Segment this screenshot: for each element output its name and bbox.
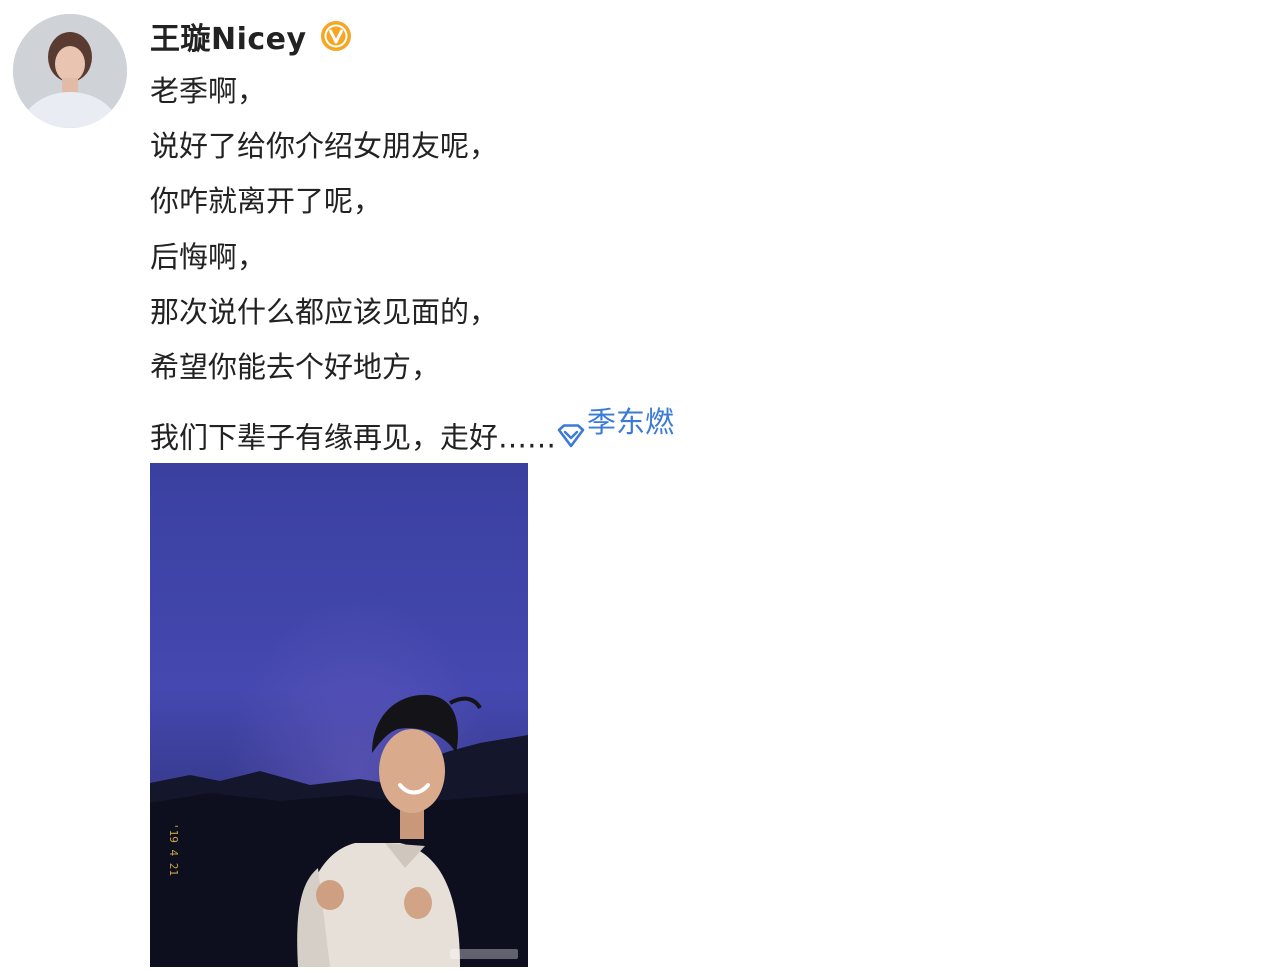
mention-name: 季东燃 [587, 405, 675, 440]
photo-date-stamp: '19 4 21 [167, 823, 180, 876]
avatar-image [13, 14, 127, 128]
post-header: 王璇Nicey [150, 12, 353, 60]
post-text-line: 老季啊， [150, 74, 267, 108]
farewell-text: 我们下辈子有缘再见，走好…… [150, 420, 557, 455]
post-photo[interactable]: '19 4 21 [150, 463, 528, 967]
super-topic-diamond-icon [556, 411, 586, 448]
post-text-line: 说好了给你介绍女朋友呢， [150, 129, 499, 164]
avatar[interactable] [13, 14, 127, 128]
mention-link[interactable]: 季东燃 [556, 395, 674, 450]
post-text-line: 希望你能去个好地方， [150, 349, 441, 384]
verified-v-icon [319, 19, 353, 53]
post-photo-image: '19 4 21 [150, 463, 528, 967]
weibo-post: 王璇Nicey 老季啊， 说好了给你介绍女朋友呢， 你咋就离开了呢， 后悔啊， … [0, 0, 1280, 972]
photo-watermark [450, 949, 518, 959]
username[interactable]: 王璇Nicey [150, 14, 307, 58]
post-text-line: 后悔啊， [150, 239, 267, 274]
post-text-line-last: 我们下辈子有缘再见，走好…… 季东燃 [150, 395, 1050, 455]
post-text: 老季啊， 说好了给你介绍女朋友呢， 你咋就离开了呢， 后悔啊， 那次说什么都应该… [150, 64, 1050, 455]
post-text-line: 你咋就离开了呢， [150, 184, 383, 219]
post-text-line: 那次说什么都应该见面的， [150, 294, 499, 329]
